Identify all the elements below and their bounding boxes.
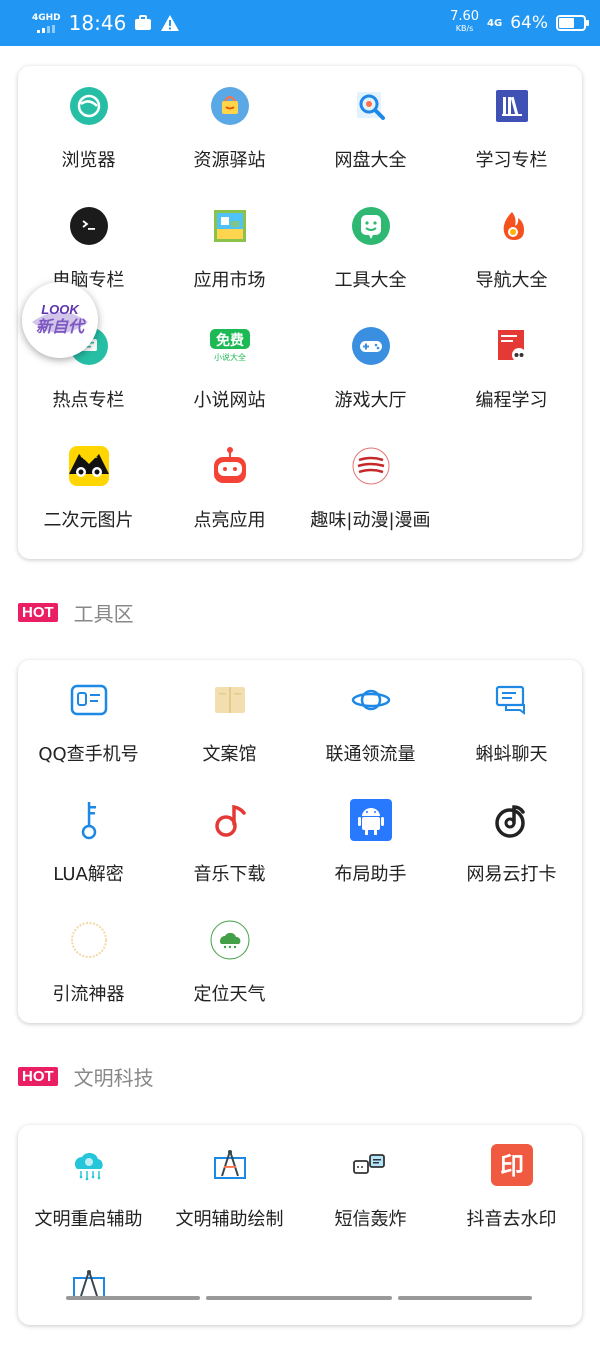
grid-item-novel[interactable]: 免费小说大全 小说网站: [159, 306, 300, 426]
android-icon: [349, 798, 393, 842]
clock: 18:46: [69, 11, 127, 35]
signal-4g-label: 4G: [487, 18, 502, 29]
svg-text:小说大全: 小说大全: [214, 352, 246, 362]
grid-item-navigation[interactable]: 导航大全: [441, 186, 582, 306]
app-market-icon: [208, 204, 252, 248]
grid-item-music-download[interactable]: 音乐下载: [159, 780, 300, 900]
svg-text:免费: 免费: [216, 332, 244, 349]
scroll-indicator: [66, 1296, 200, 1300]
grid-item-tools[interactable]: 工具大全: [300, 186, 441, 306]
flame-icon: [490, 204, 534, 248]
free-novel-icon: 免费小说大全: [208, 324, 252, 368]
music-note-icon: [208, 798, 252, 842]
gamepad-icon: [349, 324, 393, 368]
svg-text:新自代: 新自代: [36, 317, 86, 336]
section-header-wenming: HOT 文明科技: [18, 1062, 154, 1091]
netdisk-search-icon: [349, 84, 393, 128]
grid-item-civ-draw-helper[interactable]: 文明辅助绘制: [159, 1125, 300, 1245]
robot-icon: [208, 444, 252, 488]
grid-item-civ-restart-helper[interactable]: 文明重启辅助: [18, 1125, 159, 1245]
grid-item-programming[interactable]: 编程学习: [441, 306, 582, 426]
scroll-indicator: [206, 1296, 392, 1300]
books-icon: [490, 84, 534, 128]
resource-bag-icon: [208, 84, 252, 128]
grid-item-douyin-watermark-remover[interactable]: 印 抖音去水印: [441, 1125, 582, 1245]
grid-item-sms-bomber[interactable]: 短信轰炸: [300, 1125, 441, 1245]
grid-item-layout-helper[interactable]: 布局助手: [300, 780, 441, 900]
grid-item-qq-phone-lookup[interactable]: QQ查手机号: [18, 660, 159, 780]
status-bar: 4GHD 18:46 7.60 KB/s 4G 64%: [0, 0, 600, 46]
grid-item-fun-anime-comics[interactable]: 趣味|动漫|漫画: [300, 426, 441, 546]
grid-item-location-weather[interactable]: 定位天气: [159, 900, 300, 1020]
grid-item-netdisk[interactable]: 网盘大全: [300, 66, 441, 186]
main-apps-card: 浏览器 资源驿站 网盘大全 学习专栏 电脑专栏: [18, 66, 582, 559]
grid-item-games[interactable]: 游戏大厅: [300, 306, 441, 426]
signal-bars-icon: [37, 25, 55, 33]
stripes-icon: [349, 444, 393, 488]
key-icon: [67, 798, 111, 842]
code-book-icon: [490, 324, 534, 368]
grid-item-browser[interactable]: 浏览器: [18, 66, 159, 186]
svg-text:印: 印: [500, 1152, 524, 1180]
network-indicator: 4GHD: [32, 14, 61, 33]
grid-item-lua-decrypt[interactable]: LUA解密: [18, 780, 159, 900]
toolbox-face-icon: [349, 204, 393, 248]
terminal-icon: [67, 204, 111, 248]
chat-bubbles-icon: [490, 678, 534, 722]
cloud-brain-icon: [67, 1143, 111, 1187]
grid-item-copywriting[interactable]: 文案馆: [159, 660, 300, 780]
section-title: 文明科技: [74, 1062, 154, 1091]
wenming-card: 文明重启辅助 文明辅助绘制 短信轰炸 印 抖音去水印: [18, 1125, 582, 1325]
briefcase-icon: [134, 15, 152, 31]
hot-badge: HOT: [18, 1067, 58, 1086]
network-type-label: 4GHD: [32, 14, 61, 23]
grid-item-light-app[interactable]: 点亮应用: [159, 426, 300, 546]
grid-item-traffic-tool[interactable]: 引流神器: [18, 900, 159, 1020]
look-logo-icon: LOOK 新自代: [22, 282, 98, 358]
planet-icon: [349, 678, 393, 722]
tools-card: QQ查手机号 文案馆 联通领流量 蝌蚪聊天 LUA解密: [18, 660, 582, 1023]
grid-item-resource-station[interactable]: 资源驿站: [159, 66, 300, 186]
grid-item-study[interactable]: 学习专栏: [441, 66, 582, 186]
scroll-indicator: [398, 1296, 532, 1300]
hot-badge: HOT: [18, 603, 58, 622]
warning-icon: [160, 14, 180, 32]
browser-icon: [67, 84, 111, 128]
battery-icon: [556, 15, 586, 31]
grid-item-partial[interactable]: [18, 1245, 159, 1365]
sms-icon: [349, 1143, 393, 1187]
compass-draw-icon: [208, 1143, 252, 1187]
network-speed: 7.60 KB/s: [450, 11, 479, 35]
netease-music-icon: [490, 798, 534, 842]
grid-item-app-market[interactable]: 应用市场: [159, 186, 300, 306]
compass-draw-icon: [67, 1263, 111, 1307]
grid-item-anime-images[interactable]: QiLe 二次元图片: [18, 426, 159, 546]
svg-text:QiLe: QiLe: [80, 451, 98, 460]
weather-cloud-icon: [208, 918, 252, 962]
grid-item-unicom-data[interactable]: 联通领流量: [300, 660, 441, 780]
section-header-tools: HOT 工具区: [18, 598, 134, 627]
id-card-icon: [67, 678, 111, 722]
svg-text:LOOK: LOOK: [41, 302, 80, 317]
open-book-icon: [208, 678, 252, 722]
grid-item-netease-checkin[interactable]: 网易云打卡: [441, 780, 582, 900]
battery-percent: 64%: [510, 13, 548, 33]
grid-item-tadpole-chat[interactable]: 蝌蚪聊天: [441, 660, 582, 780]
ring-icon: [67, 918, 111, 962]
floating-promo-badge[interactable]: LOOK 新自代: [22, 282, 98, 358]
anime-cat-icon: QiLe: [67, 444, 111, 488]
section-title: 工具区: [74, 598, 134, 627]
stamp-icon: 印: [490, 1143, 534, 1187]
